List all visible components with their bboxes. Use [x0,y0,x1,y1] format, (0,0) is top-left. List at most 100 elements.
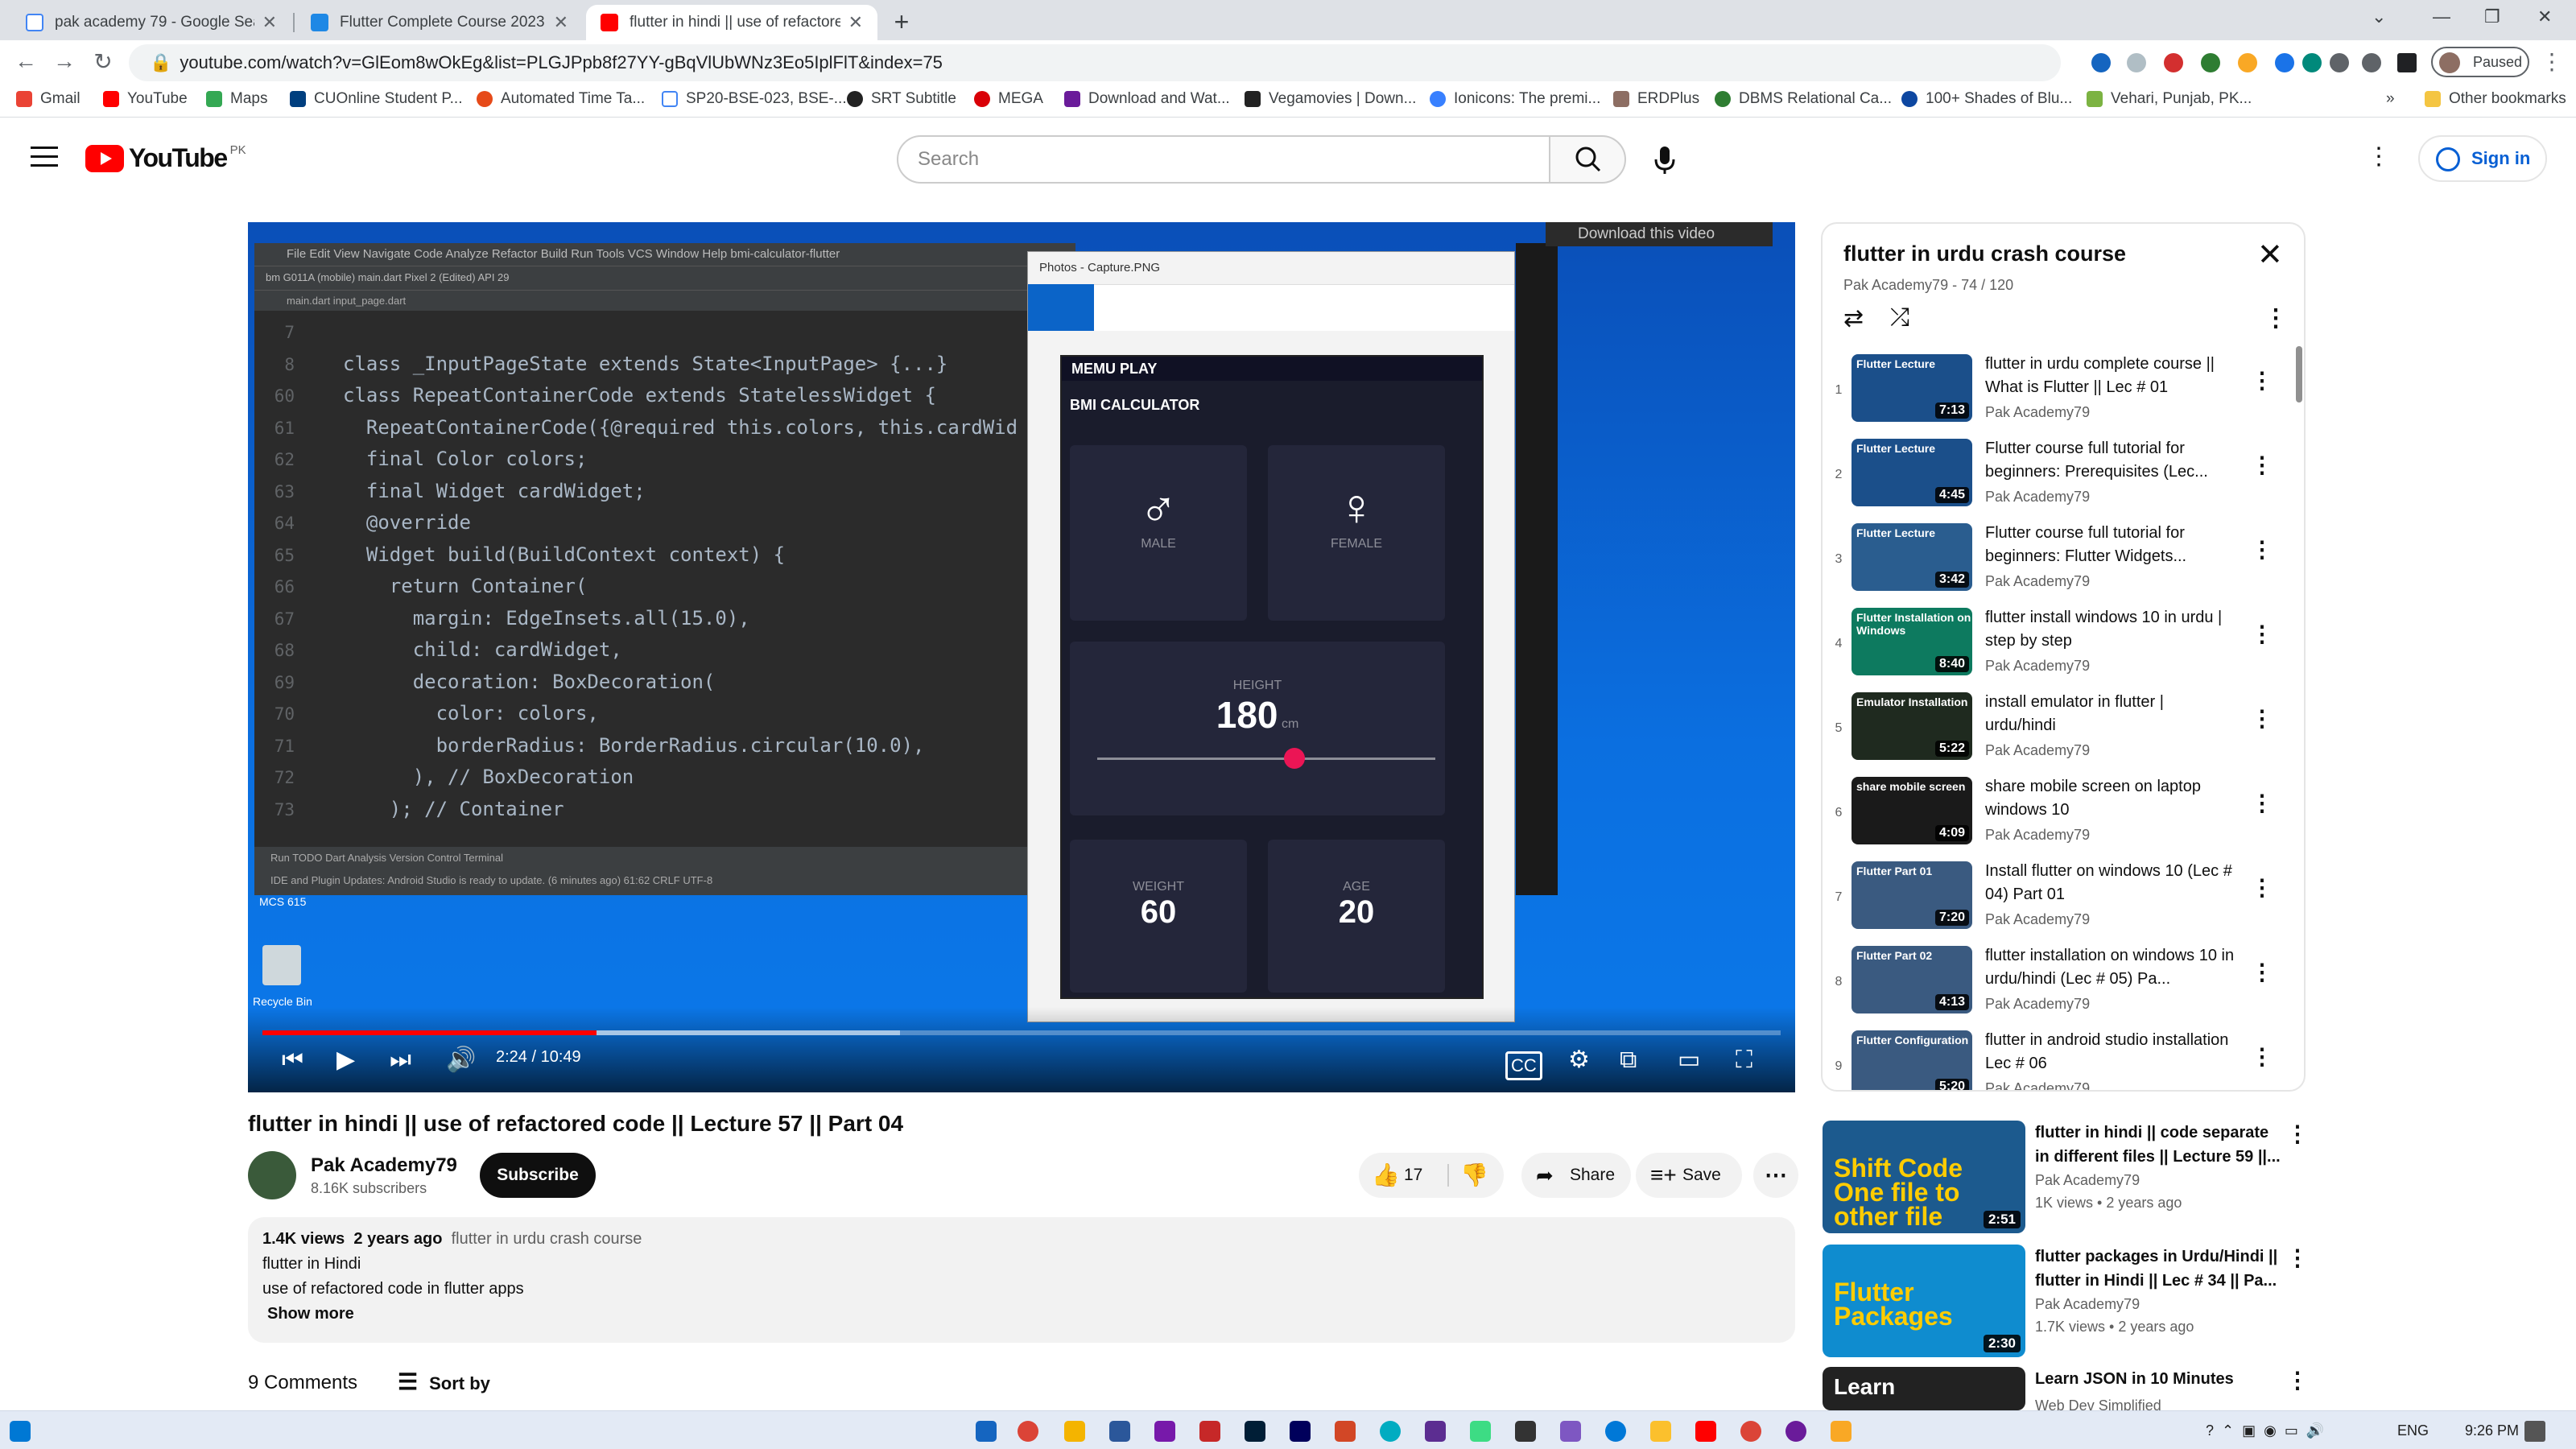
bookmark-download[interactable]: Download and Wat... [1064,90,1230,108]
bookmark-srt[interactable]: SRT Subtitle [847,90,956,108]
bookmark-other[interactable]: Other bookmarks [2425,90,2566,108]
channel-avatar[interactable] [248,1151,296,1199]
recommended-video[interactable]: Shift Code One file to other file 2:51 flu… [1823,1121,2309,1233]
extension-icon[interactable] [2275,53,2294,72]
playlist-item-title[interactable]: flutter install windows 10 in urdu | ste… [1985,606,2235,653]
onenote-icon[interactable] [1154,1421,1175,1442]
edge-icon[interactable] [1605,1421,1626,1442]
recommended-video[interactable]: Learn Learn JSON in 10 Minutes Web Dev Sim… [1823,1367,2309,1414]
reload-button[interactable]: ↻ [87,48,119,75]
playlist-item[interactable]: 7 Flutter Part 01 7:20 Install flutter on w… [1823,860,2289,943]
video-thumbnail[interactable]: Flutter Lecture 7:13 [1852,354,1972,422]
taskbar-app-icon[interactable] [1560,1421,1581,1442]
chrome-icon[interactable] [1740,1421,1761,1442]
show-more-button[interactable]: Show more [267,1305,1781,1323]
taskbar-app-icon[interactable] [1064,1421,1085,1442]
bookmark-cuonline[interactable]: CUOnline Student P... [290,90,462,108]
captions-icon[interactable]: CC [1505,1051,1542,1080]
extension-icon[interactable] [2127,53,2146,72]
playlist-item-title[interactable]: Flutter course full tutorial for beginne… [1985,437,2235,484]
playlist-item-title[interactable]: flutter installation on windows 10 in ur… [1985,944,2235,991]
word-icon[interactable] [1109,1421,1130,1442]
recommended-title[interactable]: flutter in hindi || code separate in dif… [2035,1121,2285,1169]
extension-icon[interactable] [2302,53,2322,72]
maximize-button[interactable]: ❐ [2484,6,2500,27]
microphone-icon[interactable] [1642,137,1687,182]
playlist-item[interactable]: 3 Flutter Lecture 3:42 Flutter course full … [1823,522,2289,605]
chrome-icon[interactable] [1018,1421,1038,1442]
video-thumbnail[interactable]: Flutter Packages 2:30 [1823,1245,2025,1357]
recommended-channel[interactable]: Pak Academy79 [2035,1172,2140,1189]
bookmark-gmail[interactable]: Gmail [16,90,80,108]
save-button[interactable]: ≡+ Save [1636,1153,1742,1198]
download-video-button[interactable]: Download this video [1546,222,1773,246]
profile-button[interactable]: Paused [2431,47,2529,77]
windows-start-icon[interactable] [10,1421,31,1442]
chrome-menu-icon[interactable]: ⋮ [2536,48,2568,75]
settings-more-icon[interactable]: ⋮ [2367,145,2391,169]
fullscreen-icon[interactable]: ⛶ [1736,1048,1752,1072]
taskbar-app-icon[interactable] [1785,1421,1806,1442]
menu-icon[interactable] [31,147,58,167]
item-more-icon[interactable]: ⋮ [2251,1043,2273,1070]
media-icon[interactable] [2362,53,2381,72]
playlist-item[interactable]: 8 Flutter Part 02 4:13 flutter installation… [1823,944,2289,1028]
recommended-video[interactable]: Flutter Packages 2:30 flutter packages in … [1823,1245,2309,1357]
thumbs-up-icon[interactable]: 👍 [1372,1153,1400,1198]
bookmark-shades[interactable]: 100+ Shades of Blu... [1901,90,2072,108]
channel-name[interactable]: Pak Academy79 [311,1154,457,1177]
premiere-icon[interactable] [1290,1421,1311,1442]
minimize-button[interactable]: — [2433,6,2450,27]
item-more-icon[interactable]: ⋮ [2251,705,2273,732]
bookmark-maps[interactable]: Maps [206,90,267,108]
description-box[interactable]: 1.4K views 2 years ago flutter in urdu c… [248,1217,1795,1343]
close-tab-icon[interactable]: ✕ [554,12,568,33]
more-actions-icon[interactable]: ⋯ [1753,1153,1798,1198]
browser-tab-google-search[interactable]: pak academy 79 - Google Search ✕ [11,5,291,40]
back-button[interactable]: ← [10,48,42,74]
playlist-item-title[interactable]: flutter in android studio installation L… [1985,1029,2235,1075]
volume-icon[interactable]: 🔊 [446,1048,476,1072]
playlist-item[interactable]: 5 Emulator Installation 5:22 install emulat… [1823,691,2289,774]
browser-tab-active-video[interactable]: flutter in hindi || use of refactored ✕ [586,5,877,40]
playlist-item[interactable]: 9 Flutter Configuration 5:20 flutter in and… [1823,1029,2289,1090]
recommended-title[interactable]: Learn JSON in 10 Minutes [2035,1367,2285,1391]
browser-tab-flutter-course[interactable]: Flutter Complete Course 2023 ✕ [296,5,583,40]
item-more-icon[interactable]: ⋮ [2286,1367,2309,1393]
notification-icon[interactable] [2524,1421,2545,1442]
taskbar-app-icon[interactable] [1380,1421,1401,1442]
playlist-scrollbar[interactable] [2296,346,2302,402]
item-more-icon[interactable]: ⋮ [2251,452,2273,478]
playlist-title[interactable]: flutter in urdu crash course [1843,242,2126,266]
address-bar[interactable]: 🔒 youtube.com/watch?v=GlEom8wOkEg&list=PL… [129,44,2061,81]
bookmark-dbms[interactable]: DBMS Relational Ca... [1715,90,1892,108]
acrobat-icon[interactable] [1199,1421,1220,1442]
close-icon[interactable]: ✕ [2257,237,2283,273]
android-studio-icon[interactable] [1470,1421,1491,1442]
video-thumbnail[interactable]: Shift Code One file to other file 2:51 [1823,1121,2025,1233]
item-more-icon[interactable]: ⋮ [2286,1121,2309,1147]
previous-icon[interactable]: ⏮ [282,1048,303,1072]
video-thumbnail[interactable]: Flutter Part 02 4:13 [1852,946,1972,1013]
sign-in-button[interactable]: Sign in [2418,135,2547,182]
miniplayer-icon[interactable]: ⧉ [1620,1048,1637,1072]
gear-icon[interactable]: ⚙ [1568,1048,1590,1072]
file-explorer-icon[interactable] [1650,1421,1671,1442]
video-thumbnail[interactable]: Learn [1823,1367,2025,1410]
bookmark-vehari[interactable]: Vehari, Punjab, PK... [2087,90,2252,108]
extension-icon[interactable] [2164,53,2183,72]
playlist-item[interactable]: 2 Flutter Lecture 4:45 Flutter course full … [1823,437,2289,521]
folder-icon[interactable] [1831,1421,1852,1442]
next-icon[interactable]: ⏭ [390,1048,411,1072]
close-window-button[interactable]: ✕ [2537,6,2552,27]
item-more-icon[interactable]: ⋮ [2251,367,2273,394]
playlist-item-title[interactable]: Install flutter on windows 10 (Lec # 04)… [1985,860,2235,906]
video-thumbnail[interactable]: Flutter Configuration 5:20 [1852,1030,1972,1090]
playlist-item-title[interactable]: install emulator in flutter | urdu/hindi [1985,691,2235,737]
recommended-channel[interactable]: Pak Academy79 [2035,1296,2140,1313]
extension-icon[interactable] [2091,53,2111,72]
recommended-title[interactable]: flutter packages in Urdu/Hindi || flutte… [2035,1245,2285,1293]
playlist-item[interactable]: 6 share mobile screen 4:09 share mobile scr… [1823,775,2289,859]
video-thumbnail[interactable]: share mobile screen 4:09 [1852,777,1972,844]
loop-icon[interactable]: ⇄ [1843,304,1864,332]
